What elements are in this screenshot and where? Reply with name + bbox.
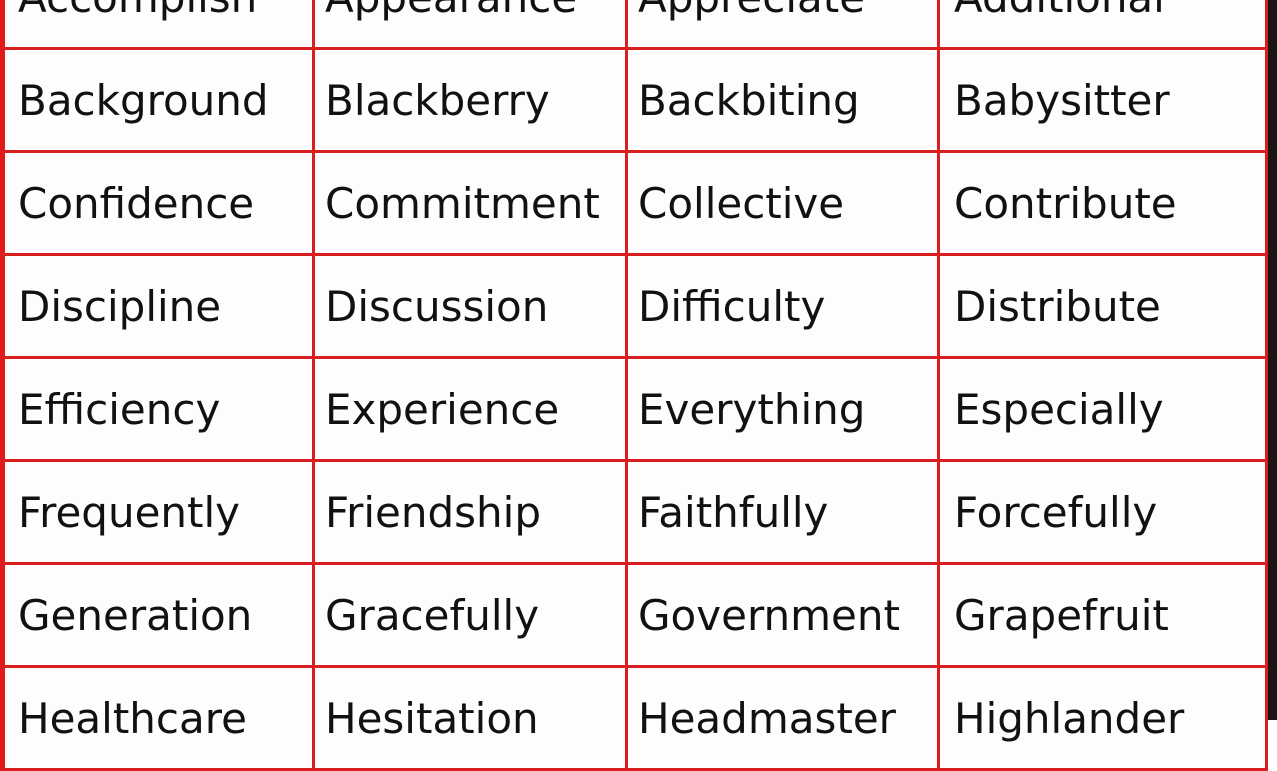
table-cell: Babysitter bbox=[940, 50, 1268, 150]
table-cell: Gracefully bbox=[315, 565, 628, 665]
table-cell: Healthcare bbox=[0, 668, 315, 768]
table-row: Confidence Commitment Collective Contrib… bbox=[0, 153, 1268, 256]
table-cell: Everything bbox=[628, 359, 940, 459]
table-cell: Highlander bbox=[940, 668, 1268, 768]
table-cell: Discussion bbox=[315, 256, 628, 356]
table-cell: Especially bbox=[940, 359, 1268, 459]
table-cell: Friendship bbox=[315, 462, 628, 562]
word-table: Accomplish Appearance Appreciate Additio… bbox=[0, 0, 1268, 771]
table-cell: Appearance bbox=[315, 0, 628, 47]
table-cell: Headmaster bbox=[628, 668, 940, 768]
table-cell: Appreciate bbox=[628, 0, 940, 47]
table-cell: Grapefruit bbox=[940, 565, 1268, 665]
table-cell: Frequently bbox=[0, 462, 315, 562]
table-cell: Background bbox=[0, 50, 315, 150]
table-cell: Blackberry bbox=[315, 50, 628, 150]
table-cell: Commitment bbox=[315, 153, 628, 253]
table-row: Generation Gracefully Government Grapefr… bbox=[0, 565, 1268, 668]
table-cell: Hesitation bbox=[315, 668, 628, 768]
table-cell: Additional bbox=[940, 0, 1268, 47]
table-cell: Distribute bbox=[940, 256, 1268, 356]
table-cell: Efficiency bbox=[0, 359, 315, 459]
table-cell: Accomplish bbox=[0, 0, 315, 47]
table-cell: Government bbox=[628, 565, 940, 665]
table-cell: Experience bbox=[315, 359, 628, 459]
page-edge bbox=[1268, 0, 1277, 720]
table-cell: Generation bbox=[0, 565, 315, 665]
table-cell: Difficulty bbox=[628, 256, 940, 356]
table-cell: Collective bbox=[628, 153, 940, 253]
table-row: Efficiency Experience Everything Especia… bbox=[0, 359, 1268, 462]
table-row: Discipline Discussion Difficulty Distrib… bbox=[0, 256, 1268, 359]
table-cell: Faithfully bbox=[628, 462, 940, 562]
table-cell: Backbiting bbox=[628, 50, 940, 150]
table-cell: Confidence bbox=[0, 153, 315, 253]
table-row: Background Blackberry Backbiting Babysit… bbox=[0, 50, 1268, 153]
table-row: Accomplish Appearance Appreciate Additio… bbox=[0, 0, 1268, 50]
table-row: Frequently Friendship Faithfully Forcefu… bbox=[0, 462, 1268, 565]
table-cell: Contribute bbox=[940, 153, 1268, 253]
table-cell: Forcefully bbox=[940, 462, 1268, 562]
table-cell: Discipline bbox=[0, 256, 315, 356]
